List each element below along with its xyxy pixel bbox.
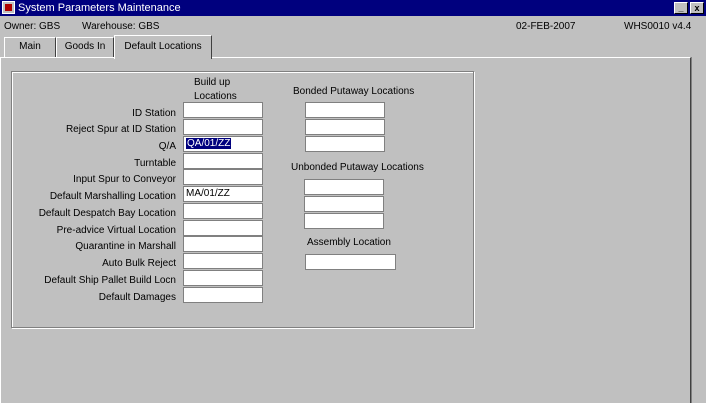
label-ship-pallet-build: Default Ship Pallet Build Locn: [44, 275, 176, 286]
unbonded-header: Unbonded Putaway Locations: [291, 162, 424, 173]
tab-main[interactable]: Main: [4, 37, 56, 57]
field-turntable[interactable]: [183, 153, 263, 169]
field-auto-bulk-reject[interactable]: [183, 253, 263, 269]
label-default-despatch-bay: Default Despatch Bay Location: [38, 208, 176, 219]
scrollbar[interactable]: [691, 57, 706, 403]
field-input-spur[interactable]: [183, 169, 263, 185]
close-icon[interactable]: x: [690, 2, 704, 14]
field-ship-pallet-build[interactable]: [183, 270, 263, 286]
tab-default-locations[interactable]: Default Locations: [114, 35, 212, 59]
field-unbonded-3[interactable]: [304, 213, 384, 229]
field-pre-advice-virtual[interactable]: [183, 220, 263, 236]
warehouse-label: Warehouse: GBS: [82, 21, 160, 32]
date-label: 02-FEB-2007: [516, 21, 576, 32]
label-id-station: ID Station: [132, 108, 176, 119]
field-qa-selected-text: QA/01/ZZ: [186, 138, 232, 149]
label-pre-advice-virtual: Pre-advice Virtual Location: [56, 225, 176, 236]
label-qa: Q/A: [158, 141, 176, 152]
field-default-marshalling[interactable]: MA/01/ZZ: [183, 186, 263, 202]
info-bar: Owner: GBS Warehouse: GBS 02-FEB-2007 WH…: [0, 16, 706, 36]
owner-label: Owner: GBS: [4, 21, 61, 32]
field-default-damages[interactable]: [183, 287, 263, 303]
window-title: System Parameters Maintenance: [18, 2, 181, 14]
app-icon[interactable]: [2, 1, 15, 14]
field-unbonded-1[interactable]: [304, 179, 384, 195]
field-assembly-location[interactable]: [305, 254, 396, 270]
label-default-marshalling: Default Marshalling Location: [49, 191, 176, 202]
minimize-icon[interactable]: _: [674, 2, 688, 14]
field-qa[interactable]: QA/01/ZZ: [183, 136, 263, 152]
label-input-spur: Input Spur to Conveyor: [73, 174, 176, 185]
label-reject-spur: Reject Spur at ID Station: [65, 124, 176, 135]
label-auto-bulk-reject: Auto Bulk Reject: [102, 258, 176, 269]
assembly-header: Assembly Location: [307, 237, 391, 248]
bonded-header: Bonded Putaway Locations: [293, 86, 415, 97]
field-unbonded-2[interactable]: [304, 196, 384, 212]
title-bar: System Parameters Maintenance _ x: [0, 0, 706, 16]
field-bonded-1[interactable]: [305, 102, 385, 118]
field-bonded-2[interactable]: [305, 119, 385, 135]
field-default-despatch-bay[interactable]: [183, 203, 263, 219]
field-bonded-3[interactable]: [305, 136, 385, 152]
field-quarantine-marshall[interactable]: [183, 236, 263, 252]
version-label: WHS0010 v4.4: [624, 21, 692, 32]
label-turntable: Turntable: [134, 158, 176, 169]
label-default-damages: Default Damages: [98, 292, 176, 303]
field-reject-spur[interactable]: [183, 119, 263, 135]
buildup-header-line1: Build up: [194, 77, 231, 88]
tab-goods-in[interactable]: Goods In: [56, 37, 114, 57]
label-quarantine-marshall: Quarantine in Marshall: [75, 241, 176, 252]
field-id-station[interactable]: [183, 102, 263, 118]
